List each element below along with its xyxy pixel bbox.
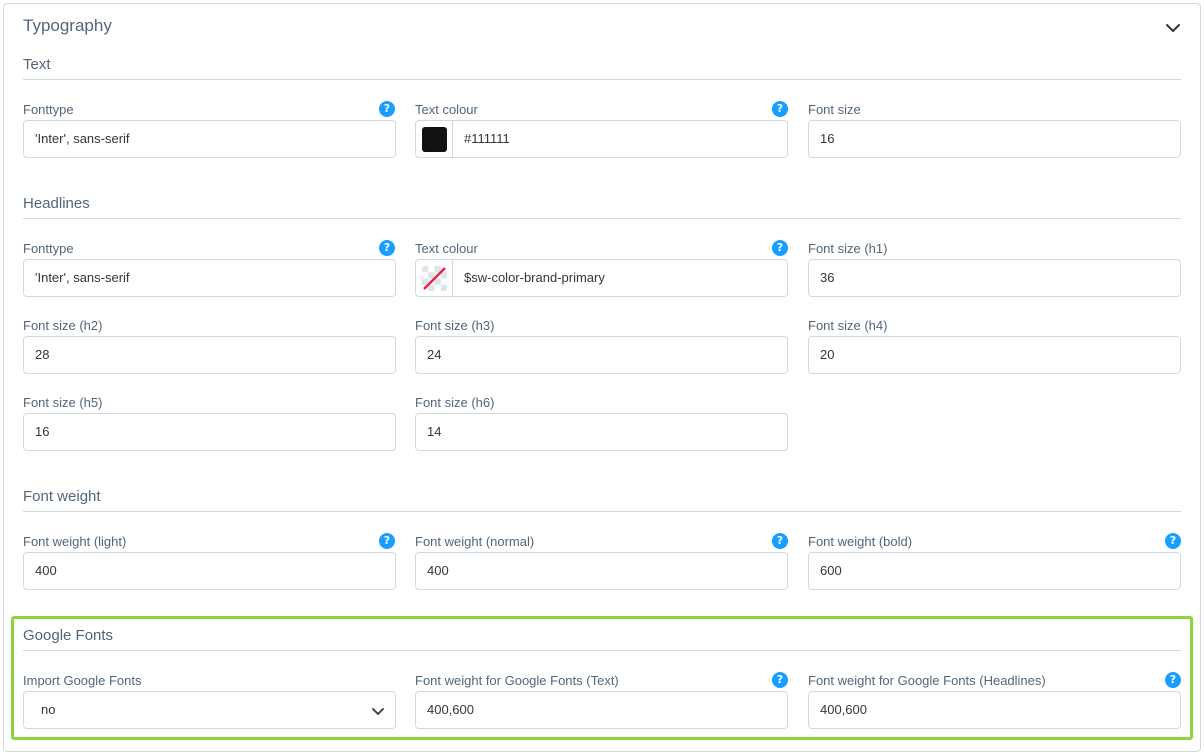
weight-bold-input[interactable]: 600 [808,552,1181,590]
weight-normal-input[interactable]: 400 [415,552,788,590]
weight-light-input[interactable]: 400 [23,552,396,590]
card-title: Typography [23,16,112,35]
import-google-fonts-label: Import Google Fonts [23,673,142,688]
google-headline-weight-label: Font weight for Google Fonts (Headlines) [808,673,1046,688]
text-size-input[interactable]: 16 [808,120,1181,158]
h6-size-label: Font size (h6) [415,395,495,410]
headline-fonttype-input[interactable]: 'Inter', sans-serif [23,259,396,297]
help-icon[interactable]: ? [379,533,395,549]
help-icon[interactable]: ? [772,533,788,549]
section-title-headlines: Headlines [23,195,90,212]
h5-size-input[interactable]: 16 [23,413,396,451]
help-icon[interactable]: ? [1165,672,1181,688]
h3-size-input[interactable]: 24 [415,336,788,374]
section-title-font-weight: Font weight [23,488,101,505]
help-icon[interactable]: ? [379,101,395,117]
h4-size-label: Font size (h4) [808,318,888,333]
text-size-label: Font size [808,102,861,117]
section-divider [23,218,1181,219]
h1-size-input[interactable]: 36 [808,259,1181,297]
text-colour-input[interactable]: #111111 [415,120,788,158]
text-fonttype-input[interactable]: 'Inter', sans-serif [23,120,396,158]
h1-size-label: Font size (h1) [808,241,888,256]
help-icon[interactable]: ? [772,672,788,688]
chevron-down-icon [372,708,384,715]
h3-size-label: Font size (h3) [415,318,495,333]
section-divider [23,79,1181,80]
help-icon[interactable]: ? [1165,533,1181,549]
headline-colour-value: $sw-color-brand-primary [464,270,605,285]
section-divider [23,650,1181,651]
import-google-fonts-value: no [41,702,56,717]
weight-light-label: Font weight (light) [23,534,127,549]
section-title-google-fonts: Google Fonts [23,627,114,644]
headline-colour-input[interactable]: $sw-color-brand-primary [415,259,788,297]
import-google-fonts-select[interactable]: no [23,691,396,729]
google-text-weight-label: Font weight for Google Fonts (Text) [415,673,619,688]
google-headline-weight-input[interactable]: 400,600 [808,691,1181,729]
color-swatch [422,127,447,152]
google-text-weight-input[interactable]: 400,600 [415,691,788,729]
text-fonttype-label: Fonttype [23,102,74,117]
h2-size-input[interactable]: 28 [23,336,396,374]
text-colour-value: #111111 [464,131,510,146]
headline-colour-label: Text colour [415,241,478,256]
weight-bold-label: Font weight (bold) [808,534,913,549]
h4-size-input[interactable]: 20 [808,336,1181,374]
h2-size-label: Font size (h2) [23,318,103,333]
help-icon[interactable]: ? [379,240,395,256]
section-divider [23,511,1181,512]
weight-normal-label: Font weight (normal) [415,534,535,549]
help-icon[interactable]: ? [772,240,788,256]
help-icon[interactable]: ? [772,101,788,117]
headline-fonttype-label: Fonttype [23,241,74,256]
h6-size-input[interactable]: 14 [415,413,788,451]
chevron-down-icon[interactable] [1163,18,1183,38]
color-picker-trigger[interactable] [416,260,453,296]
no-color-swatch-icon [422,266,447,291]
color-picker-trigger[interactable] [416,121,453,157]
section-title-text: Text [23,56,51,73]
h5-size-label: Font size (h5) [23,395,103,410]
text-colour-label: Text colour [415,102,478,117]
